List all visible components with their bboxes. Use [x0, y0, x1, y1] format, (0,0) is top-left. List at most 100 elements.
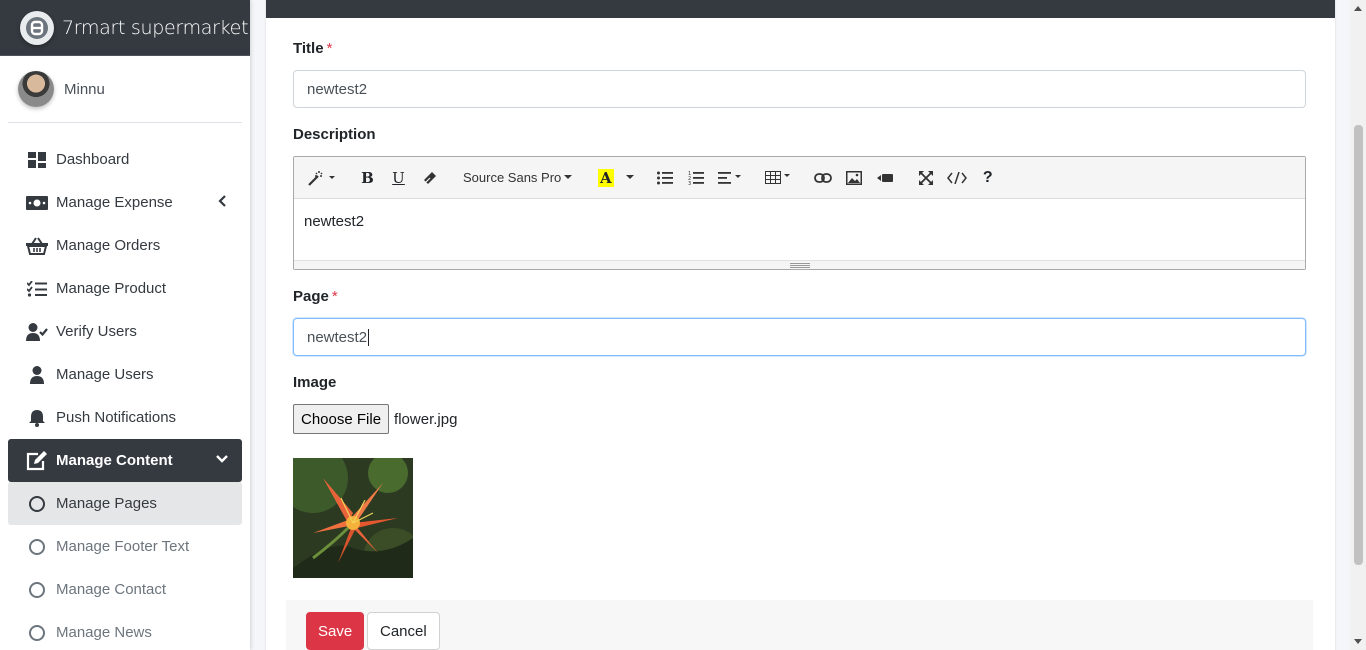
help-button[interactable]: ?: [972, 164, 1003, 192]
sidebar-item-label: Manage Content: [56, 452, 173, 469]
image-label: Image: [293, 374, 337, 391]
selected-file-name: flower.jpg: [394, 410, 458, 428]
sidebar-item-label: Manage News: [56, 624, 152, 641]
circle-icon: [26, 536, 48, 558]
font-color-dropdown[interactable]: [621, 164, 639, 192]
code-icon: [946, 171, 967, 184]
link-icon: [813, 172, 832, 183]
description-editor-content[interactable]: newtest2: [294, 199, 1305, 260]
image-file-input: Choose File flower.jpg: [293, 404, 457, 434]
sidebar-item-manage-users[interactable]: Manage Users: [8, 353, 242, 396]
page-scrollbar[interactable]: [1350, 0, 1366, 650]
bold-icon: B: [361, 168, 374, 187]
required-mark: *: [326, 40, 333, 57]
sidebar-item-label: Manage Product: [56, 280, 167, 297]
picture-button[interactable]: [838, 164, 869, 192]
page-input[interactable]: newtest2: [293, 318, 1306, 356]
sidebar-item-manage-pages[interactable]: Manage Pages: [8, 482, 242, 525]
sidebar-item-label: Manage Pages: [56, 495, 157, 512]
list-ol-icon: 123: [688, 171, 704, 185]
sidebar-item-verify-users[interactable]: Verify Users: [8, 310, 242, 353]
tasks-icon: [26, 278, 48, 300]
font-color-icon: A: [597, 168, 614, 187]
choose-file-button[interactable]: Choose File: [293, 404, 390, 434]
sidebar-item-manage-content[interactable]: Manage Content: [8, 439, 242, 482]
grip-icon: [789, 262, 810, 268]
editor-toolbar: B U Source Sans Pro A 1 2 3 ?: [294, 157, 1305, 199]
edit-icon: [26, 450, 48, 472]
fullscreen-button[interactable]: [910, 164, 941, 192]
font-family-value: Source Sans Pro: [463, 170, 562, 185]
user-icon: [26, 364, 48, 386]
paragraph-align-button[interactable]: [711, 164, 749, 192]
code-view-button[interactable]: [941, 164, 972, 192]
description-value: newtest2: [304, 213, 365, 230]
sidebar-item-manage-product[interactable]: Manage Product: [8, 267, 242, 310]
sidebar-item-label: Dashboard: [56, 151, 130, 168]
editor-resize-handle[interactable]: [294, 260, 1305, 269]
video-icon: [876, 173, 893, 182]
sidebar-item-manage-news[interactable]: Manage News: [8, 611, 242, 650]
description-label: Description: [293, 126, 376, 143]
sidebar-item-manage-expense[interactable]: Manage Expense: [8, 181, 242, 224]
avatar: [18, 71, 54, 107]
sidebar-item-manage-footer-text[interactable]: Manage Footer Text: [8, 525, 242, 568]
image-preview: [293, 458, 413, 578]
basket-icon: [26, 235, 48, 257]
user-check-icon: [26, 321, 48, 343]
sidebar-nav: Dashboard Manage Expense Manage Orders M…: [8, 138, 242, 650]
question-icon: ?: [982, 168, 993, 186]
style-magic-button[interactable]: [302, 164, 342, 192]
sidebar-item-label: Push Notifications: [56, 409, 177, 426]
table-icon: [765, 171, 791, 184]
sidebar-item-dashboard[interactable]: Dashboard: [8, 138, 242, 181]
scroll-down-icon[interactable]: [1354, 637, 1362, 645]
brand-logo-icon: [20, 10, 54, 45]
sidebar: 7rmart supermarket Minnu Dashboard Manag…: [0, 0, 250, 650]
magic-wand-icon: [308, 170, 335, 186]
circle-icon: [26, 579, 48, 601]
scroll-up-icon[interactable]: [1354, 4, 1362, 12]
title-input[interactable]: newtest2: [293, 70, 1306, 108]
circle-icon: [26, 622, 48, 644]
card-header: [266, 0, 1335, 18]
unordered-list-button[interactable]: [649, 164, 680, 192]
video-button[interactable]: [869, 164, 900, 192]
sidebar-item-label: Manage Users: [56, 366, 154, 383]
brand-name: 7rmart supermarket: [62, 16, 249, 39]
sidebar-item-manage-orders[interactable]: Manage Orders: [8, 224, 242, 267]
underline-button[interactable]: U: [383, 164, 414, 192]
clear-format-button[interactable]: [414, 164, 445, 192]
page-label: Page *: [293, 288, 338, 305]
brand-link[interactable]: 7rmart supermarket: [0, 0, 250, 56]
page-label-text: Page: [293, 288, 329, 305]
caret-down-icon: [626, 175, 635, 179]
sidebar-item-label: Manage Footer Text: [56, 538, 190, 555]
bold-button[interactable]: B: [352, 164, 383, 192]
cancel-button[interactable]: Cancel: [367, 612, 440, 650]
sidebar-item-manage-contact[interactable]: Manage Contact: [8, 568, 242, 611]
title-label: Title *: [293, 40, 332, 57]
table-button[interactable]: [759, 164, 797, 192]
link-button[interactable]: [807, 164, 838, 192]
sidebar-item-label: Verify Users: [56, 323, 137, 340]
list-ul-icon: [656, 171, 673, 184]
font-color-button[interactable]: A: [590, 164, 621, 192]
font-family-dropdown[interactable]: Source Sans Pro: [455, 164, 580, 192]
ordered-list-button[interactable]: 123: [680, 164, 711, 192]
money-icon: [26, 192, 48, 214]
save-button[interactable]: Save: [306, 612, 365, 650]
chevron-left-icon: [214, 193, 230, 209]
fullscreen-icon: [918, 170, 933, 185]
circle-icon: [26, 493, 48, 515]
scrollbar-thumb[interactable]: [1354, 125, 1363, 565]
svg-text:3: 3: [688, 181, 691, 185]
text-cursor: [368, 328, 370, 346]
chevron-down-icon: [214, 451, 230, 467]
sidebar-item-label: Manage Expense: [56, 194, 173, 211]
sidebar-item-label: Manage Contact: [56, 581, 167, 598]
user-panel[interactable]: Minnu: [8, 56, 242, 123]
sidebar-item-push-notifications[interactable]: Push Notifications: [8, 396, 242, 439]
align-left-icon: [718, 171, 742, 184]
user-name[interactable]: Minnu: [64, 81, 105, 98]
